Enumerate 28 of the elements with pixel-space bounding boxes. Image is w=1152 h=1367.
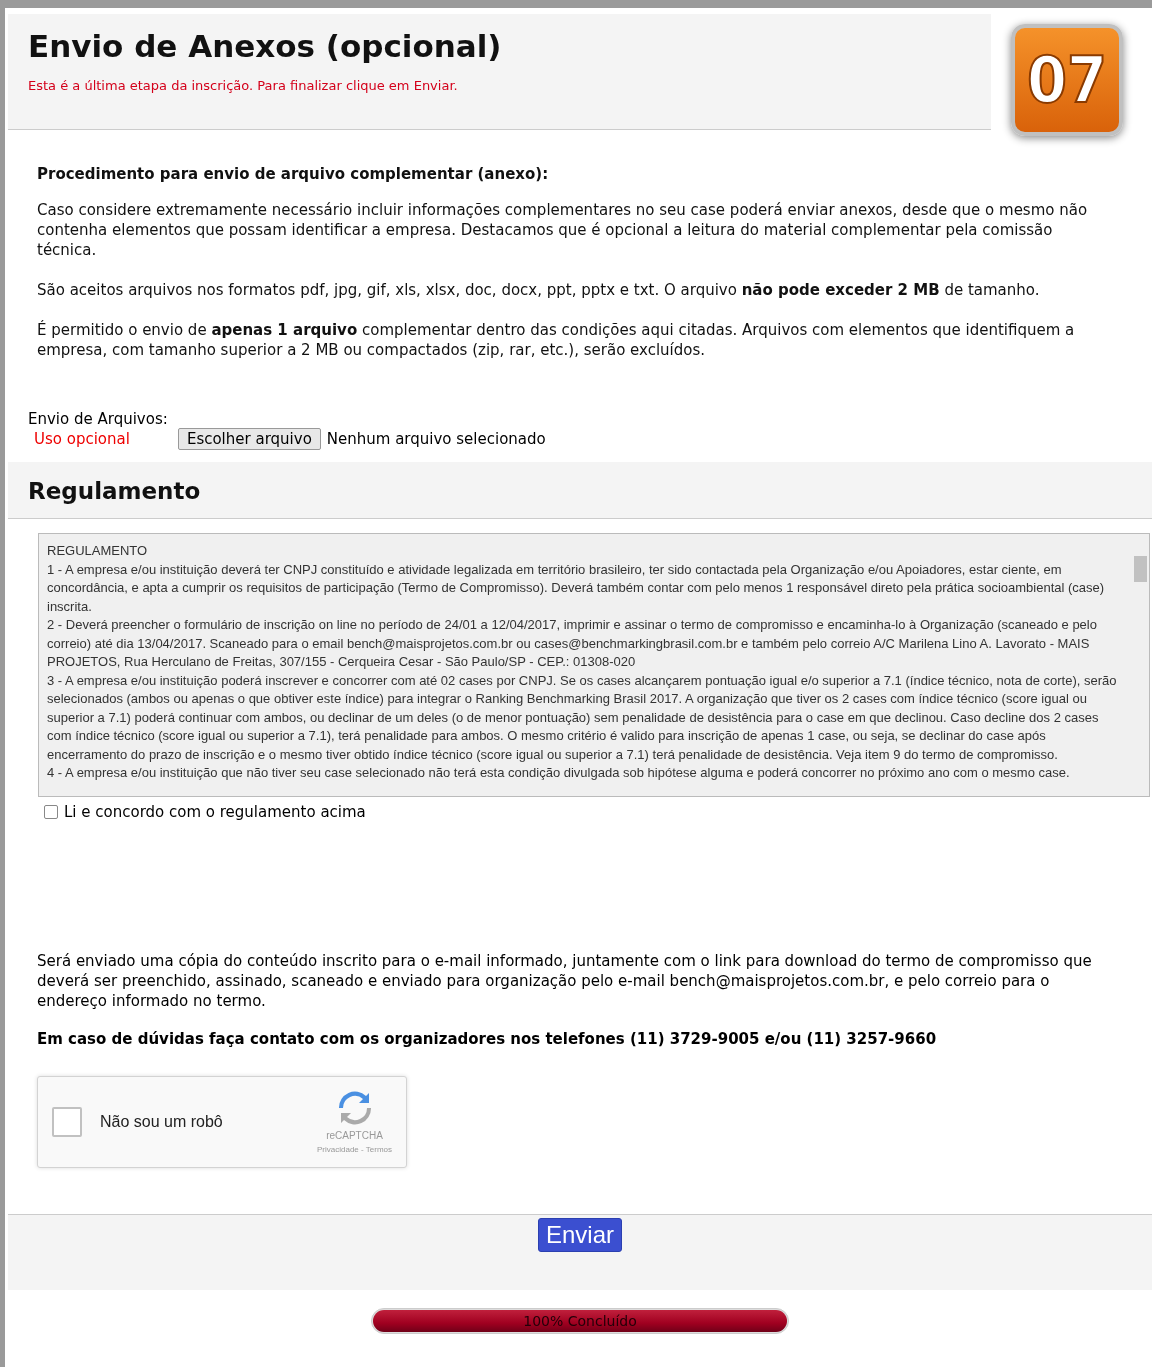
regulation-textarea[interactable]	[38, 533, 1150, 797]
page-subtitle: Esta é a última etapa da inscrição. Para finalizar clique em Enviar.	[28, 78, 459, 93]
upload-hint: Uso opcional	[34, 430, 130, 448]
procedure-paragraph: É permitido o envio de apenas 1 arquivo complementar dentro das condições aqui citadas. Arquivos com elementos que identifiquem a empresa, com tamanho superior a 2 MB ou compactados (zip, rar, etc.), serão excluídos.	[37, 320, 1076, 360]
page-title: Envio de Anexos (opcional)	[28, 28, 503, 64]
submit-button[interactable]: Enviar	[538, 1218, 622, 1252]
step-badge: 07	[1011, 24, 1123, 136]
recaptcha-logo-icon	[336, 1090, 373, 1126]
captcha-checkbox[interactable]	[52, 1107, 82, 1137]
regulation-text: 3 - A empresa e/ou instituição poderá inscrever e concorrer com até 02 cases por CNPJ. Se os cases alcançarem pontuação igual e/o superior a 7.1 (índice técnico, nota de corte), serão selecionados (ambos ou apenas o que obtiver este índice) para integrar o Ranking Benchmarking Brasil 2017. A organização que tiver os 2 cases com índice técnico (score igual ou superior a 7.1) poderá continuar com ambos, ou declinar de um deles (o de menor pontuação) sem penalidade de desistência para o case em que declinou. Caso decline dos 2 cases com índice técnico (score igual ou superior a 7.1), terá penalidade para ambos. O mesmo critério é valido para inscrição de apenas 1 case, ou seja, se declinar do case após encerramento do prazo de inscrição e o mesmo tiver obtido índice técnico (score igual ou superior a 7.1) terá penalidade de desistência. Veja item 9 do termo de compromisso.	[47, 671, 1118, 764]
notice-text: Será enviado uma cópia do conteúdo inscrito para o e-mail informado, juntamente com o link para download do termo de compromisso que deverá ser preenchido, assinado, scaneado e enviado para organização pelo e-mail bench@maisprojetos.com.br, e pelo correio para o endereço informado no termo.	[37, 951, 1093, 1011]
regulation-text: REGULAMENTO	[47, 542, 149, 560]
upload-label: Envio de Arquivos:	[28, 410, 169, 428]
procedure-paragraph: São aceitos arquivos nos formatos pdf, jpg, gif, xls, xlsx, doc, docx, ppt, pptx e txt. O arquivo não pode exceder 2 MB de tamanho.	[37, 280, 1041, 300]
file-status: Nenhum arquivo selecionado	[326, 430, 546, 448]
captcha-brand: reCAPTCHA	[326, 1130, 383, 1141]
captcha-label: Não sou um robô	[100, 1113, 224, 1131]
regulation-text: 2 - Deverá preencher o formulário de inscrição on line no período de 24/01 a 12/04/2017, imprimir e assinar o termo de compromisso e encaminha-lo à Organização (scaneado e pelo correio) até dia 13/04/2017. Scaneado para o email bench@maisprojetos.com.br ou cases@benchmarkingbrasil.com.br e também pelo correio A/C Marilena Lino A. Lavorato - MAIS PROJETOS, Rua Herculano de Freitas, 307/155 - Cerqueira Cesar - São Paulo/SP - CEP.: 01308-020	[47, 616, 1098, 671]
progress-label: 100% Concluído	[522, 1313, 638, 1329]
regulation-text: 4 - A empresa e/ou instituição que não tiver seu case selecionado não terá esta condição divulgada sob hipótese alguma e poderá concorrer no próximo ano com o mesmo case.	[47, 764, 1071, 782]
regulation-heading: Regulamento	[8, 462, 1152, 519]
agree-checkbox[interactable]	[44, 805, 58, 819]
agree-label: Li e concordo com o regulamento acima	[64, 803, 366, 821]
choose-file-button[interactable]: Escolher arquivo	[177, 428, 321, 450]
contact-text: Em caso de dúvidas faça contato com os organizadores nos telefones (11) 3729-9005 e/ou (11) 3257-9660	[37, 1030, 938, 1048]
regulation-text: 1 - A empresa e/ou instituição deverá ter CNPJ constituído e atividade legalizada em território brasileiro, ter sido contactada pela Organização e/ou Apoiadores, estar ciente, em concordância, e apta a cumprir os requisitos de participação (Termo de Compromisso). Deverá também contar com pelo menos 1 responsável direto pela prática socioambiental (case) inscrita.	[47, 560, 1106, 616]
procedure-paragraph: Caso considere extremamente necessário incluir informações complementares no seu case poderá enviar anexos, desde que o mesmo não contenha elementos que possam identificar a empresa. Destacamos que é opcional a leitura do material complementar pela comissão técnica.	[37, 200, 1089, 260]
procedure-heading: Procedimento para envio de arquivo complementar (anexo):	[37, 164, 550, 184]
